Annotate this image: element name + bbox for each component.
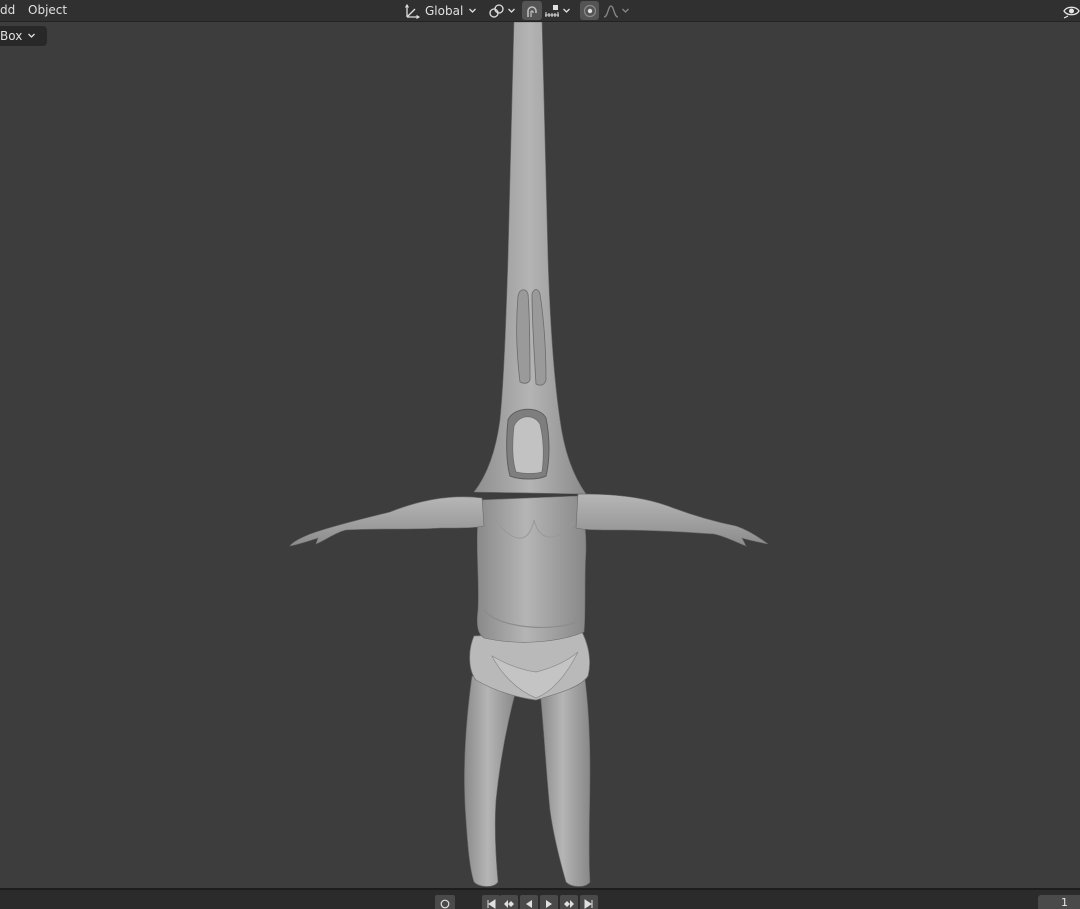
pivot-point-dropdown[interactable] [488, 1, 516, 20]
chevron-down-icon [562, 6, 571, 15]
jump-start-icon [486, 894, 496, 909]
next-keyframe-icon [563, 894, 575, 909]
snap-increment-icon [544, 3, 560, 19]
transform-orientation-icon [404, 3, 420, 19]
falloff-curve-icon [603, 3, 619, 19]
eye-icon [1063, 3, 1080, 19]
prev-keyframe-button[interactable] [500, 895, 518, 909]
snap-target-dropdown[interactable] [544, 1, 571, 20]
next-keyframe-button[interactable] [560, 895, 578, 909]
transform-orientation-dropdown[interactable]: Global [404, 1, 477, 20]
snap-magnet-icon [524, 3, 540, 19]
jump-to-start-button[interactable] [482, 895, 500, 909]
object-visibility-dropdown[interactable] [1063, 1, 1080, 20]
blender-window: dd Object Global Box 1 [0, 0, 1080, 909]
jump-end-icon [584, 894, 594, 909]
chevron-down-icon [621, 6, 630, 15]
play-button[interactable] [540, 895, 558, 909]
play-icon [544, 894, 554, 909]
proportional-falloff-dropdown[interactable] [603, 1, 630, 20]
play-reverse-button[interactable] [520, 895, 538, 909]
menu-add[interactable]: dd [0, 3, 15, 18]
transform-orientation-label: Global [425, 3, 464, 18]
character-mesh[interactable] [0, 22, 1080, 888]
3d-viewport[interactable]: Box [0, 22, 1080, 888]
current-frame-field[interactable]: 1 [1038, 895, 1080, 909]
timeline-header: 1 [0, 888, 1080, 909]
viewport-header: dd Object Global [0, 0, 1080, 22]
circle-icon [440, 894, 450, 909]
proportional-editing-icon [583, 4, 597, 18]
play-reverse-icon [524, 894, 534, 909]
prev-keyframe-icon [503, 894, 515, 909]
menu-object[interactable]: Object [28, 3, 67, 18]
chevron-down-icon [468, 6, 477, 15]
snap-toggle[interactable] [522, 1, 542, 20]
jump-to-end-button[interactable] [580, 895, 598, 909]
keying-toggle[interactable] [435, 895, 455, 909]
proportional-editing-toggle[interactable] [580, 1, 599, 20]
pivot-point-icon [488, 3, 505, 19]
chevron-down-icon [507, 6, 516, 15]
